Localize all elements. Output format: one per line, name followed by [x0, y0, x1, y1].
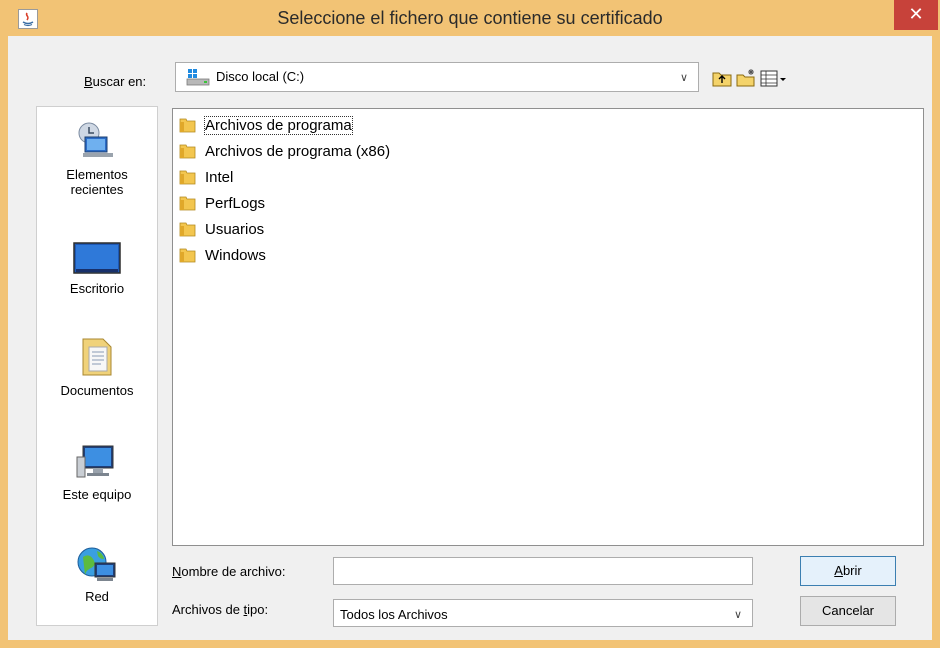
documents-icon — [82, 338, 112, 376]
folder-icon — [179, 222, 196, 237]
look-in-combobox[interactable]: Disco local (C:) ∨ — [175, 62, 699, 92]
view-details-icon[interactable] — [760, 68, 788, 88]
close-icon: ✕ — [908, 4, 924, 24]
folder-icon — [179, 118, 196, 133]
place-label: Elementos — [66, 167, 128, 182]
filetype-label: Archivos de tipo: — [172, 602, 269, 617]
new-folder-icon[interactable] — [736, 68, 756, 88]
look-in-value: Disco local (C:) — [216, 69, 305, 84]
recent-items-icon — [78, 122, 113, 157]
title-bar[interactable]: Seleccione el fichero que contiene su ce… — [0, 0, 940, 36]
up-folder-icon[interactable] — [712, 68, 732, 88]
place-documents[interactable]: Documentos — [37, 333, 157, 398]
desktop-icon — [73, 242, 121, 274]
place-label: Red — [85, 589, 109, 604]
file-name: PerfLogs — [205, 195, 266, 212]
dialog-body: Buscar en: Disco local (C:) ∨ Elementos … — [8, 36, 932, 640]
filetype-value: Todos los Archivos — [340, 607, 448, 622]
place-this-pc[interactable]: Este equipo — [37, 443, 157, 502]
chevron-down-icon[interactable]: ∨ — [734, 608, 742, 621]
local-disk-icon — [186, 69, 210, 86]
file-list[interactable]: Archivos de programa Archivos de program… — [172, 108, 924, 546]
close-button[interactable]: ✕ — [894, 0, 938, 30]
file-chooser-dialog: Seleccione el fichero que contiene su ce… — [0, 0, 940, 648]
folder-icon — [179, 144, 196, 159]
places-bar: Elementos recientes Escritorio Documento… — [36, 106, 158, 626]
place-recent-items[interactable]: Elementos recientes — [37, 119, 157, 197]
filename-label: Nombre de archivo: — [172, 564, 286, 579]
dialog-title: Seleccione el fichero que contiene su ce… — [277, 8, 663, 28]
file-name: Archivos de programa (x86) — [205, 143, 391, 160]
place-label: Documentos — [60, 383, 134, 398]
filetype-combobox[interactable]: Todos los Archivos ∨ — [333, 599, 753, 627]
file-name: Intel — [205, 169, 234, 186]
filename-input[interactable] — [333, 557, 753, 585]
place-label: recientes — [70, 182, 124, 197]
open-button[interactable]: Abrir — [800, 556, 896, 586]
file-name: Windows — [205, 247, 266, 264]
place-network[interactable]: Red — [37, 545, 157, 604]
place-desktop[interactable]: Escritorio — [37, 241, 157, 296]
folder-icon — [179, 248, 196, 263]
chevron-down-icon[interactable]: ∨ — [680, 71, 688, 84]
folder-icon — [179, 170, 196, 185]
cancel-button[interactable]: Cancelar — [800, 596, 896, 626]
folder-icon — [179, 196, 196, 211]
place-label: Este equipo — [62, 487, 132, 502]
file-name: Usuarios — [205, 221, 265, 238]
look-in-label: Buscar en: — [84, 74, 147, 89]
place-label: Escritorio — [69, 281, 125, 296]
this-pc-icon — [76, 445, 114, 478]
file-name: Archivos de programa — [204, 116, 353, 135]
network-icon — [77, 547, 116, 581]
